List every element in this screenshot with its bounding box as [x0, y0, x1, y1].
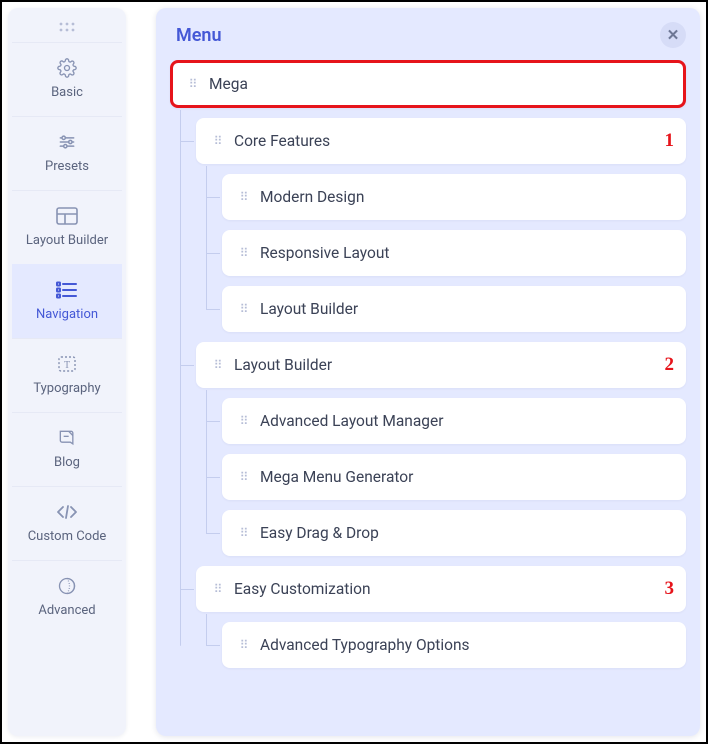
sidebar-item-label: Typography	[33, 381, 100, 396]
code-icon	[56, 501, 78, 523]
menu-item-label: Layout Builder	[260, 300, 358, 318]
annotation-badge: 2	[665, 354, 675, 376]
layout-icon	[56, 205, 78, 227]
sliders-icon	[56, 131, 78, 153]
menu-item-label: Mega	[209, 75, 248, 93]
menu-item-easy-customization[interactable]: ⠿ Easy Customization 3	[196, 566, 686, 612]
menu-item-label: Easy Customization	[234, 580, 371, 598]
drag-grip-icon[interactable]: ⠿	[236, 302, 250, 316]
menu-item-mega[interactable]: ⠿ Mega	[170, 60, 686, 108]
menu-item[interactable]: ⠿ Mega Menu Generator	[222, 454, 686, 500]
menu-item-label: Advanced Typography Options	[260, 636, 470, 654]
close-button[interactable]: ✕	[660, 22, 686, 48]
sidebar-item-label: Custom Code	[28, 529, 107, 544]
menu-item-label: Modern Design	[260, 188, 364, 206]
drag-grip-icon[interactable]: ⠿	[236, 190, 250, 204]
sidebar-item-navigation[interactable]: Navigation	[12, 264, 122, 338]
drag-grip-icon[interactable]: ⠿	[236, 246, 250, 260]
typography-icon: T	[56, 353, 78, 375]
gear-icon	[56, 57, 78, 79]
advanced-icon	[56, 575, 78, 597]
drag-grip-icon[interactable]: ⠿	[210, 582, 224, 596]
menu-item[interactable]: ⠿ Advanced Typography Options	[222, 622, 686, 668]
menu-children: ⠿ Core Features 1 ⠿ Modern Design ⠿ Resp…	[170, 118, 686, 668]
menu-children: ⠿ Modern Design ⠿ Responsive Layout ⠿ La…	[196, 174, 686, 332]
drag-grip-icon[interactable]: ⠿	[210, 358, 224, 372]
menu-item[interactable]: ⠿ Advanced Layout Manager	[222, 398, 686, 444]
drag-grip-icon[interactable]: ⠿	[236, 638, 250, 652]
menu-children: ⠿ Advanced Layout Manager ⠿ Mega Menu Ge…	[196, 398, 686, 556]
sidebar-item-presets[interactable]: Presets	[12, 116, 122, 190]
menu-item[interactable]: ⠿ Layout Builder	[222, 286, 686, 332]
menu-item-label: Advanced Layout Manager	[260, 412, 443, 430]
drag-grip-icon[interactable]: ⠿	[236, 526, 250, 540]
sidebar-item-advanced[interactable]: Advanced	[12, 560, 122, 634]
sidebar-item-blog[interactable]: Blog	[12, 412, 122, 486]
panel-body: ⠿ Mega ⠿ Core Features 1 ⠿ Modern Design…	[156, 60, 700, 678]
panel-header: Menu ✕	[156, 8, 700, 60]
menu-item-label: Responsive Layout	[260, 244, 389, 262]
menu-item-label: Layout Builder	[234, 356, 332, 374]
drag-grip-icon[interactable]: ⠿	[210, 134, 224, 148]
drag-grip-icon[interactable]: ⠿	[236, 470, 250, 484]
sidebar-item-label: Navigation	[36, 307, 98, 322]
menu-item-label: Core Features	[234, 132, 330, 150]
sidebar-item-basic[interactable]: Basic	[12, 42, 122, 116]
menu-item-core-features[interactable]: ⠿ Core Features 1	[196, 118, 686, 164]
annotation-badge: 3	[665, 578, 675, 600]
sidebar-item-label: Layout Builder	[26, 233, 108, 248]
blog-icon	[56, 427, 78, 449]
sidebar-item-label: Presets	[45, 159, 89, 174]
menu-item[interactable]: ⠿ Modern Design	[222, 174, 686, 220]
menu-item[interactable]: ⠿ Responsive Layout	[222, 230, 686, 276]
close-icon: ✕	[667, 26, 680, 44]
sidebar: Basic Presets Layout Builder Navigation …	[8, 8, 126, 736]
list-icon	[56, 279, 78, 301]
annotation-badge: 1	[665, 130, 675, 152]
menu-item-label: Easy Drag & Drop	[260, 524, 379, 542]
panel-title: Menu	[176, 25, 222, 46]
sidebar-item-label: Basic	[51, 85, 83, 100]
drag-grip-icon[interactable]: ⠿	[236, 414, 250, 428]
sidebar-item-custom-code[interactable]: Custom Code	[12, 486, 122, 560]
menu-children: ⠿ Advanced Typography Options	[196, 622, 686, 668]
menu-item[interactable]: ⠿ Easy Drag & Drop	[222, 510, 686, 556]
sidebar-item-label: Advanced	[38, 603, 95, 618]
menu-item-layout-builder[interactable]: ⠿ Layout Builder 2	[196, 342, 686, 388]
drag-grip-icon[interactable]: ⠿	[185, 77, 199, 91]
svg-text:T: T	[64, 360, 70, 371]
drag-handle-icon[interactable]	[12, 16, 122, 42]
sidebar-item-label: Blog	[54, 455, 80, 470]
sidebar-item-layout-builder[interactable]: Layout Builder	[12, 190, 122, 264]
sidebar-item-typography[interactable]: T Typography	[12, 338, 122, 412]
menu-panel: Menu ✕ ⠿ Mega ⠿ Core Features 1 ⠿ Modern…	[156, 8, 700, 736]
menu-item-label: Mega Menu Generator	[260, 468, 413, 486]
